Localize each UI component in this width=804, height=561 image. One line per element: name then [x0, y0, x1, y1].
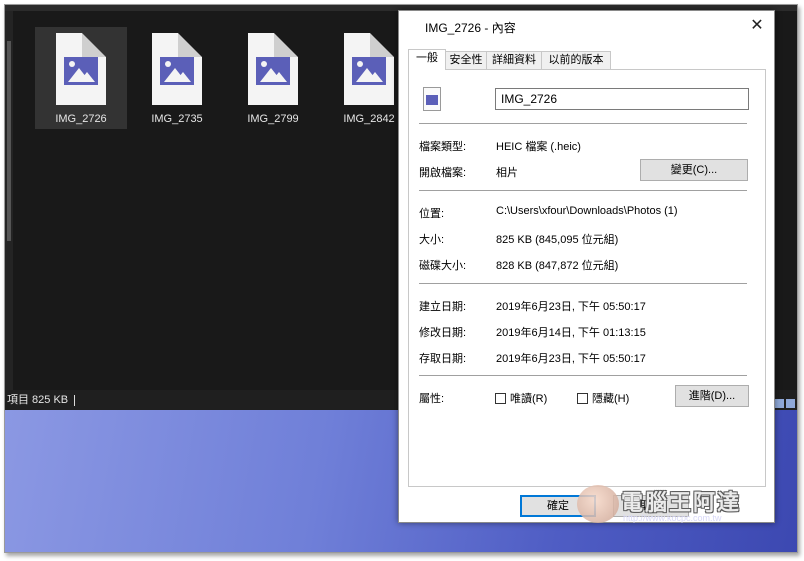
created-label: 建立日期: — [419, 301, 467, 313]
screenshot-frame: IMG_2726 IMG_2735 IMG_2799 IMG_2842 項目 8… — [4, 4, 798, 553]
dialog-title: IMG_2726 - 內容 — [425, 21, 516, 35]
accessed-label: 存取日期: — [419, 353, 467, 365]
hidden-checkbox-label: 隱藏(H) — [592, 393, 630, 405]
file-item-img-2735[interactable]: IMG_2735 — [131, 27, 223, 129]
file-item-img-2799[interactable]: IMG_2799 — [227, 27, 319, 129]
file-name: IMG_2735 — [151, 113, 203, 125]
created-value: 2019年6月23日, 下午 05:50:17 — [496, 301, 646, 313]
disk-size-value: 828 KB (847,872 位元組) — [496, 260, 619, 272]
properties-dialog: IMG_2726 - 內容 ✕ 一般 安全性 詳細資料 以前的版本 IMG_27… — [398, 10, 775, 523]
change-app-button[interactable]: 變更(C)... — [640, 159, 748, 181]
tab-previous-versions[interactable]: 以前的版本 — [541, 51, 611, 69]
explorer-scrollbar[interactable] — [5, 11, 13, 391]
accessed-value: 2019年6月23日, 下午 05:50:17 — [496, 353, 646, 365]
readonly-checkbox-label: 唯讀(R) — [510, 393, 548, 405]
image-file-icon — [56, 33, 106, 105]
opens-with-label: 開啟檔案: — [419, 167, 467, 179]
divider — [419, 283, 747, 284]
file-name: IMG_2726 — [55, 113, 107, 125]
checkbox-box[interactable] — [495, 393, 506, 404]
modified-value: 2019年6月14日, 下午 01:13:15 — [496, 327, 646, 339]
status-separator — [74, 394, 76, 406]
advanced-button[interactable]: 進階(D)... — [675, 385, 749, 407]
general-tab-panel: IMG_2726 檔案類型: HEIC 檔案 (.heic) 開啟檔案: 相片 … — [408, 69, 766, 487]
location-value: C:\Users\xfour\Downloads\Photos (1) — [496, 205, 678, 217]
filename-input[interactable]: IMG_2726 — [495, 88, 749, 110]
watermark-url: http://www.kocpc.com.tw — [623, 513, 722, 523]
file-name: IMG_2799 — [247, 113, 299, 125]
divider — [419, 123, 747, 124]
details-view-icon[interactable] — [775, 399, 784, 408]
divider — [419, 190, 747, 191]
opens-with-value: 相片 — [496, 167, 518, 179]
size-value: 825 KB (845,095 位元組) — [496, 234, 619, 246]
checkbox-box[interactable] — [577, 393, 588, 404]
close-icon[interactable]: ✕ — [746, 15, 768, 37]
tab-details[interactable]: 詳細資料 — [486, 51, 542, 69]
file-item-img-2726[interactable]: IMG_2726 — [35, 27, 127, 129]
size-label: 大小: — [419, 234, 445, 246]
file-type-label: 檔案類型: — [419, 141, 467, 153]
location-label: 位置: — [419, 208, 445, 220]
image-file-icon — [248, 33, 298, 105]
image-file-icon — [423, 87, 441, 111]
disk-size-label: 磁碟大小: — [419, 260, 467, 272]
readonly-checkbox[interactable]: 唯讀(R) — [495, 390, 547, 406]
modified-label: 修改日期: — [419, 327, 467, 339]
large-icons-view-icon[interactable] — [786, 399, 795, 408]
file-type-value: HEIC 檔案 (.heic) — [496, 141, 581, 153]
image-file-icon — [152, 33, 202, 105]
tab-security[interactable]: 安全性 — [445, 51, 487, 69]
status-selection-text: 項目 825 KB — [7, 394, 69, 406]
tab-general[interactable]: 一般 — [408, 49, 446, 70]
dialog-title-bar[interactable]: IMG_2726 - 內容 ✕ — [399, 11, 774, 41]
scrollbar-thumb[interactable] — [7, 41, 11, 241]
watermark-logo-icon — [577, 485, 619, 523]
site-watermark: 電腦王阿達 http://www.kocpc.com.tw — [577, 481, 777, 527]
attributes-label: 屬性: — [419, 393, 445, 405]
divider — [419, 375, 747, 376]
hidden-checkbox[interactable]: 隱藏(H) — [577, 390, 629, 406]
image-file-icon — [344, 33, 394, 105]
